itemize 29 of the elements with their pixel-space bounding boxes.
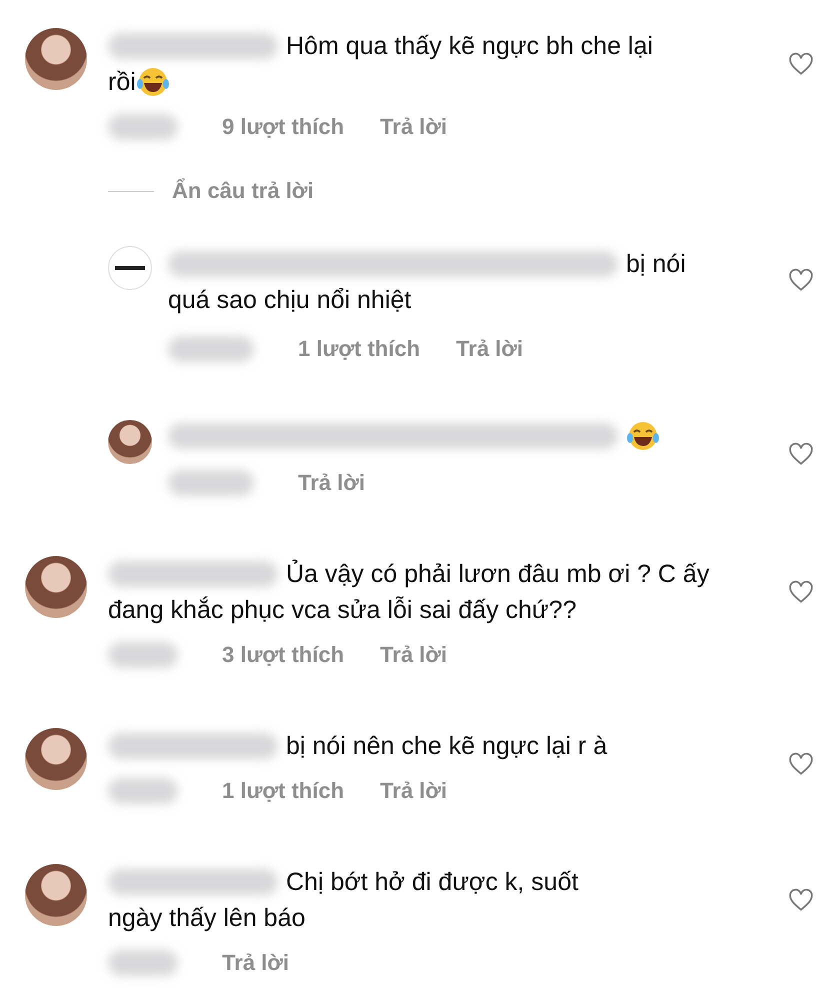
comment-text: rồi xyxy=(108,67,136,98)
logo-icon xyxy=(115,264,145,272)
heart-icon[interactable] xyxy=(788,752,814,776)
avatar-photo[interactable] xyxy=(108,420,152,464)
comment-text: đang khắc phục vca sửa lỗi sai đấy chứ?? xyxy=(108,595,576,626)
heart-icon[interactable] xyxy=(788,888,814,912)
heart-icon[interactable] xyxy=(788,268,814,292)
comment-text: quá sao chịu nổi nhiệt xyxy=(168,285,412,316)
avatar-logo[interactable] xyxy=(108,246,152,290)
like-count: 1 lượt thích xyxy=(222,778,344,804)
heart-icon[interactable] xyxy=(788,442,814,466)
like-count: 9 lượt thích xyxy=(222,114,344,140)
comment-text: Chị bớt hở đi được k, suốt xyxy=(286,867,578,898)
reply-button[interactable]: Trả lời xyxy=(380,778,448,804)
comment-text: ngày thấy lên báo xyxy=(108,903,306,934)
reply-button[interactable]: Trả lời xyxy=(380,642,448,668)
heart-icon[interactable] xyxy=(788,52,814,76)
like-count: 3 lượt thích xyxy=(222,642,344,668)
comment-text: Hôm qua thấy kẽ ngực bh che lại xyxy=(286,31,653,62)
hide-replies-button[interactable]: Ẩn câu trả lời xyxy=(172,178,314,204)
reply-button[interactable]: Trả lời xyxy=(222,950,289,976)
comment-text: bị nói nên che kẽ ngực lại r à xyxy=(286,731,608,762)
comment-text: bị nói xyxy=(626,249,686,280)
like-count: 1 lượt thích xyxy=(298,336,420,362)
heart-icon[interactable] xyxy=(788,580,814,604)
comment-text: Ủa vậy có phải lươn đâu mb ơi ? C ấy xyxy=(286,558,710,590)
reply-button[interactable]: Trả lời xyxy=(298,470,365,496)
reply-button[interactable]: Trả lời xyxy=(380,114,448,140)
reply-button[interactable]: Trả lời xyxy=(456,336,524,362)
